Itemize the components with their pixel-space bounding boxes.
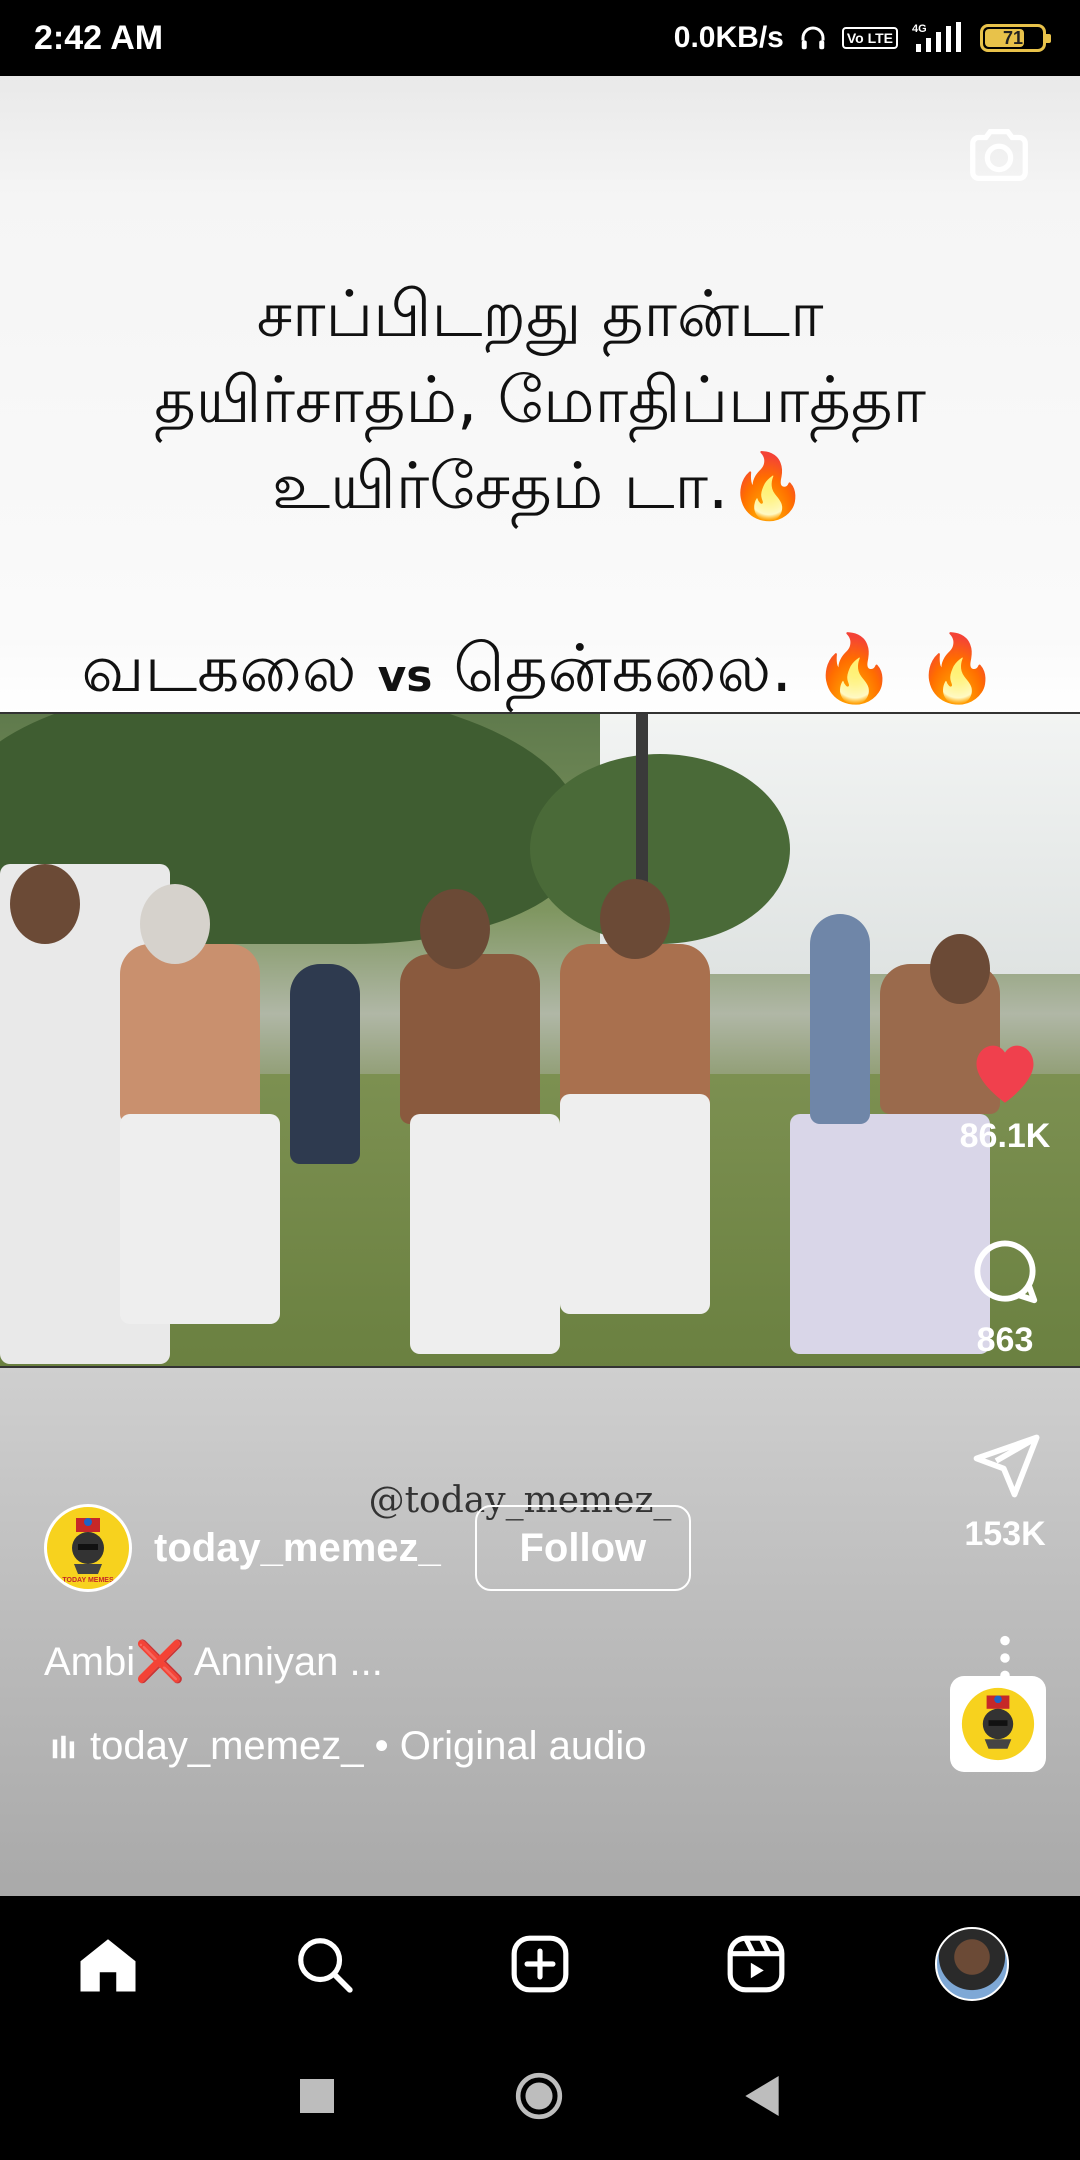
- caption-line: உயிர்சேதம் டா.🔥: [272, 450, 808, 524]
- avatar-logo-text: TODAY MEMES: [62, 1577, 114, 1584]
- caption-vs-right: தென்கலை.: [453, 630, 793, 707]
- nav-reels[interactable]: [716, 1924, 796, 2004]
- video-person: [560, 1094, 710, 1314]
- like-count: 86.1K: [959, 1117, 1051, 1155]
- video-person: [410, 1114, 560, 1354]
- video-person: [810, 914, 870, 1124]
- audio-row[interactable]: today_memez_ • Original audio: [50, 1724, 647, 1769]
- heart-icon: [976, 1045, 1034, 1103]
- caption-block: சாப்பிடறது தான்டா தயிர்சாதம், மோதிப்பாத்…: [0, 272, 1080, 530]
- share-count: 153K: [964, 1515, 1046, 1553]
- back-icon[interactable]: [744, 2076, 780, 2116]
- fire-emoji: 🔥 🔥: [813, 630, 999, 707]
- signal-icon: 4G: [912, 22, 966, 54]
- video-person: [120, 1114, 280, 1324]
- today-memes-logo: TODAY MEMES: [48, 1508, 128, 1588]
- comment-count: 863: [976, 1321, 1034, 1359]
- plus-square-icon: [511, 1935, 569, 1993]
- volte-badge: Vo LTE: [841, 27, 898, 49]
- video-person: [600, 879, 670, 959]
- reel-description[interactable]: Ambi❌ Anniyan ...: [44, 1638, 383, 1685]
- caption-vs-left: வடகலை: [81, 630, 357, 707]
- like-button[interactable]: 86.1K: [930, 1036, 1080, 1156]
- nav-search[interactable]: [284, 1924, 364, 2004]
- send-icon: [973, 1434, 1040, 1498]
- description-text: Anniyan ...: [184, 1640, 383, 1684]
- system-nav: [0, 2032, 1080, 2160]
- caption-line: தயிர்சாதம், மோதிப்பாத்தா: [154, 364, 926, 438]
- profile-avatar: [935, 1927, 1009, 2001]
- nav-profile[interactable]: [932, 1924, 1012, 2004]
- comment-icon: [974, 1240, 1038, 1304]
- follow-button[interactable]: Follow: [474, 1505, 691, 1591]
- video-person: [560, 944, 710, 1114]
- status-bar: 2:42 AM 0.0KB/s Vo LTE 4G 71: [0, 0, 1080, 76]
- nav-create[interactable]: [500, 1924, 580, 2004]
- camera-button[interactable]: [964, 120, 1034, 190]
- video-person: [930, 934, 990, 1004]
- fire-emoji: 🔥: [728, 450, 808, 524]
- share-button[interactable]: 153K: [930, 1428, 1080, 1554]
- nav-home[interactable]: [68, 1924, 148, 2004]
- today-memes-logo: [961, 1687, 1035, 1761]
- video-frame[interactable]: [0, 712, 1080, 1368]
- audio-bars-icon: [52, 1735, 75, 1758]
- video-person: [290, 964, 360, 1164]
- reel-video[interactable]: சாப்பிடறது தான்டா தயிர்சாதம், மோதிப்பாத்…: [0, 76, 1080, 1896]
- reel-lower-area: [0, 1368, 1080, 1896]
- caption-vs: vs: [377, 651, 433, 702]
- network-label: 4G: [912, 23, 927, 35]
- headphones-icon: [798, 23, 828, 53]
- audio-thumbnail[interactable]: [950, 1676, 1046, 1772]
- comment-button[interactable]: 863: [930, 1232, 1080, 1360]
- camera-icon: [970, 129, 1028, 181]
- author-username[interactable]: today_memez_: [154, 1526, 441, 1571]
- status-time: 2:42 AM: [34, 18, 164, 57]
- reels-icon: [727, 1935, 785, 1993]
- audio-label: today_memez_ • Original audio: [90, 1724, 647, 1768]
- home-icon: [80, 1939, 136, 1992]
- description-text: Ambi: [44, 1640, 136, 1684]
- video-person: [140, 884, 210, 964]
- video-person: [120, 944, 260, 1124]
- status-icons: 0.0KB/s Vo LTE 4G 71: [673, 21, 1051, 55]
- battery-text: 71: [1002, 27, 1024, 48]
- home-button-icon[interactable]: [514, 2071, 564, 2121]
- caption-line: சாப்பிடறது தான்டா: [256, 278, 824, 352]
- search-icon: [298, 1938, 353, 1993]
- caption-vs-line: வடகலை vs தென்கலை. 🔥 🔥: [0, 624, 1080, 722]
- author-avatar[interactable]: TODAY MEMES: [44, 1504, 132, 1592]
- bottom-nav: [0, 1896, 1080, 2032]
- battery-icon: 71: [980, 24, 1051, 52]
- video-person: [400, 954, 540, 1124]
- net-speed: 0.0KB/s: [673, 21, 784, 54]
- recents-icon[interactable]: [300, 2079, 334, 2113]
- cross-emoji: ❌: [135, 1640, 185, 1684]
- video-person: [10, 864, 80, 944]
- video-person: [420, 889, 490, 969]
- author-row: TODAY MEMES today_memez_ Follow: [44, 1504, 691, 1592]
